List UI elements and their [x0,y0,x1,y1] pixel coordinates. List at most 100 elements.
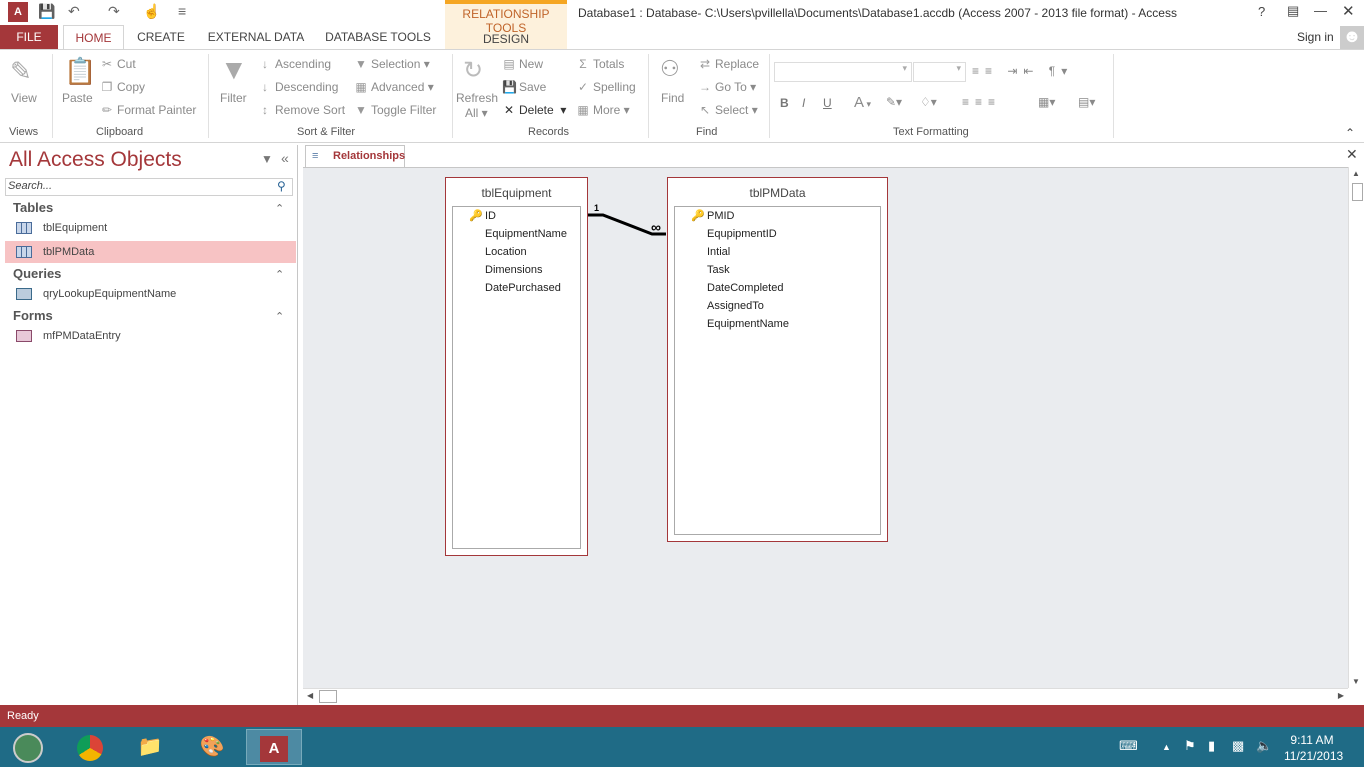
volume-icon[interactable]: 🔈 [1256,738,1272,754]
paint-taskbar-icon[interactable]: 🎨 [184,729,240,765]
field[interactable]: Dimensions [485,264,542,276]
field[interactable]: ID [485,210,496,222]
goto-button[interactable]: → Go To ▾ [698,80,756,94]
help-button[interactable]: ? [1258,4,1265,19]
shutter-bar-icon[interactable]: « [281,150,289,166]
list-buttons[interactable]: ≡≡ ⇥⇤ ¶▾ [972,64,1073,78]
tab-external-data[interactable]: EXTERNAL DATA [202,25,310,50]
horizontal-scrollbar[interactable]: ◀ ▶ [303,688,1348,705]
table-tblequipment[interactable]: tblEquipment 🔑 ID EquipmentName Location… [445,177,588,556]
descending-button[interactable]: ↓ Descending [258,80,338,94]
close-document-button[interactable]: ✕ [1346,146,1358,163]
nav-group-queries[interactable]: Queries [13,266,61,281]
field[interactable]: Task [707,264,730,276]
collapse-tables-icon[interactable]: ⌃ [275,202,284,215]
view-button[interactable]: View [11,91,37,105]
start-button[interactable] [0,729,56,765]
tab-home[interactable]: HOME [63,25,124,50]
ascending-button[interactable]: ↓ Ascending [258,57,331,71]
selection-button[interactable]: ▼ Selection ▾ [354,57,430,71]
touch-mode-icon[interactable]: ☝ [143,3,160,20]
nav-item-tblequipment[interactable]: tblEquipment [5,217,296,239]
nav-item-mfpmdataentry[interactable]: mfPMDataEntry [5,325,296,347]
avatar[interactable]: ☻ [1340,26,1364,50]
chrome-taskbar-icon[interactable] [62,729,118,765]
minimize-button[interactable]: — [1314,3,1327,18]
tab-create[interactable]: CREATE [132,25,190,50]
fill-color-button[interactable]: ♢▾ [920,95,937,109]
field[interactable]: EqupipmentID [707,228,777,240]
search-icon[interactable]: ⚲ [277,179,286,193]
field[interactable]: AssignedTo [707,300,764,312]
gridlines-button[interactable]: ▦▾ [1038,95,1055,109]
refresh-all-button[interactable]: Refresh [456,91,498,105]
highlight-button[interactable]: ✎▾ [886,95,902,109]
replace-button[interactable]: ⇄ Replace [698,57,759,71]
field[interactable]: PMID [707,210,735,222]
redo-icon[interactable]: ↷ [108,3,120,20]
paste-button[interactable]: Paste [62,91,93,105]
filter-button[interactable]: Filter [220,91,247,105]
sign-in-link[interactable]: Sign in [1297,30,1334,44]
advanced-button[interactable]: ▦ Advanced ▾ [354,80,433,94]
toggle-filter-button[interactable]: ▼ Toggle Filter [354,103,436,117]
nav-menu-icon[interactable]: ▼ [261,152,273,166]
action-center-flag-icon[interactable]: ⚑ [1184,738,1196,754]
collapse-queries-icon[interactable]: ⌃ [275,268,284,281]
access-logo-icon: A [8,2,28,22]
file-explorer-taskbar-icon[interactable]: 📁 [122,729,178,765]
field[interactable]: DateCompleted [707,282,783,294]
undo-icon[interactable]: ↶ [68,3,80,20]
field[interactable]: DatePurchased [485,282,561,294]
collapse-ribbon-icon[interactable]: ⌃ [1345,126,1355,140]
vertical-scrollbar[interactable]: ▲ ▼ [1348,167,1364,688]
refresh-all-dropdown[interactable]: All ▾ [465,106,488,120]
customize-qat-icon[interactable]: ≡ [178,3,186,19]
italic-button[interactable]: I [802,96,805,110]
field[interactable]: EquipmentName [485,228,567,240]
remove-sort-button[interactable]: ↕ Remove Sort [258,103,345,117]
font-name-select[interactable]: ▾ [774,62,912,82]
collapse-forms-icon[interactable]: ⌃ [275,310,284,323]
align-buttons[interactable]: ≡≡≡ [962,95,1001,109]
spelling-button[interactable]: ✓ Spelling [576,80,636,94]
tab-design[interactable]: DESIGN [445,32,567,46]
underline-button[interactable]: U [823,96,832,110]
nav-search-input[interactable]: Search... [5,178,293,196]
nav-group-tables[interactable]: Tables [13,200,53,215]
alternate-row-button[interactable]: ▤▾ [1078,95,1095,109]
new-record-button[interactable]: ▤ New [502,57,543,71]
cut-button[interactable]: ✂ Cut [100,57,136,71]
format-painter-button[interactable]: ✏ Format Painter [100,103,196,117]
copy-button[interactable]: ❐ Copy [100,80,145,94]
save-icon[interactable]: 💾 [38,3,55,20]
font-color-button[interactable]: A ▾ [854,94,871,111]
network-signal-icon[interactable]: ▩ [1232,738,1244,754]
totals-button[interactable]: Σ Totals [576,57,624,71]
nav-title[interactable]: All Access Objects [9,148,182,172]
more-button[interactable]: ▦ More ▾ [576,103,629,117]
save-record-button[interactable]: 💾 Save [502,80,546,94]
nav-item-qrylookupequipmentname[interactable]: qryLookupEquipmentName [5,283,296,305]
font-size-select[interactable]: ▾ [913,62,966,82]
field[interactable]: Intial [707,246,730,258]
delete-button[interactable]: ✕ Delete ▾ [502,103,566,117]
keyboard-icon[interactable]: ⌨ [1119,738,1138,754]
clock[interactable]: 9:11 AM 11/21/2013 [1284,732,1343,764]
tab-database-tools[interactable]: DATABASE TOOLS [322,25,434,50]
find-button[interactable]: Find [661,91,684,105]
select-button[interactable]: ↖ Select ▾ [698,103,758,117]
show-hidden-icons[interactable]: ▲ [1162,742,1171,752]
field[interactable]: Location [485,246,527,258]
nav-item-tblpmdata[interactable]: tblPMData [5,241,296,263]
nav-group-forms[interactable]: Forms [13,308,53,323]
battery-icon[interactable]: ▮ [1208,738,1215,754]
access-taskbar-icon[interactable]: A [246,729,302,765]
bold-button[interactable]: B [780,96,789,110]
ribbon-display-button[interactable]: ▤ [1287,3,1299,19]
tab-file[interactable]: FILE [0,25,58,50]
close-button[interactable]: ✕ [1342,2,1355,20]
field[interactable]: EquipmentName [707,318,789,330]
tab-relationships[interactable]: ≡ Relationships [305,145,405,167]
table-tblpmdata[interactable]: tblPMData 🔑 PMID EqupipmentID Intial Tas… [667,177,888,542]
